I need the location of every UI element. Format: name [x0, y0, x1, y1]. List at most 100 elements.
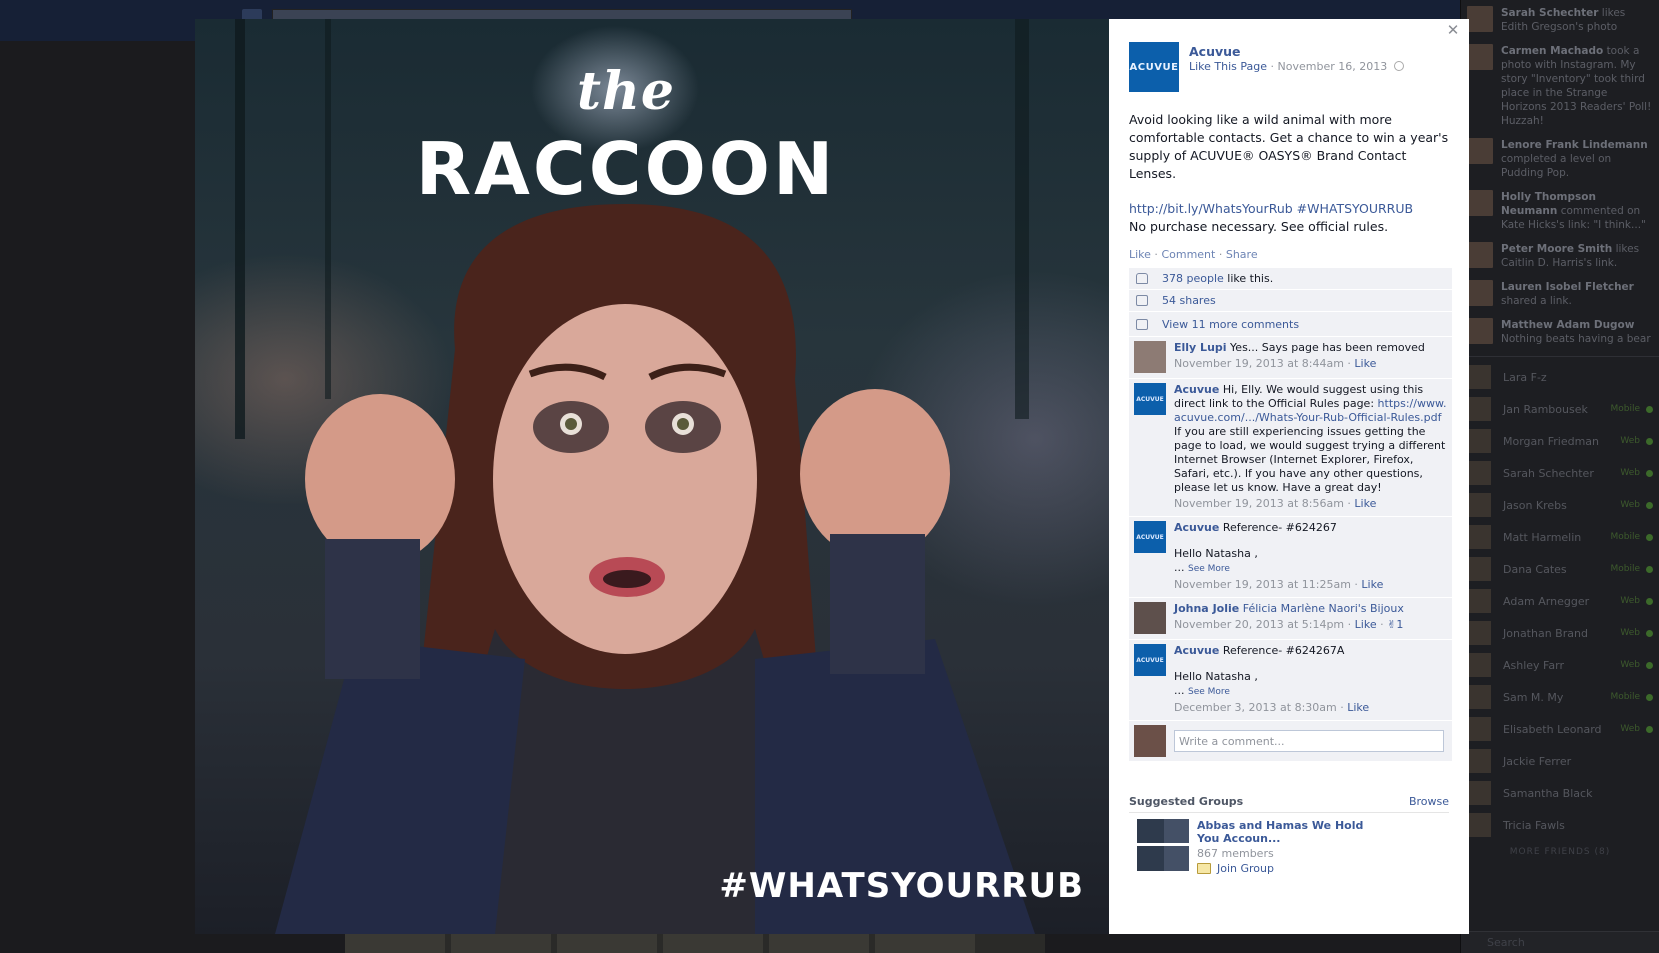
comments-section: 378 people like this. 54 shares View 11 … — [1129, 268, 1452, 761]
comment-bubble-icon — [1136, 318, 1148, 330]
chat-contact[interactable]: Adam Arnegger Web — [1461, 585, 1659, 617]
comment-author[interactable]: Acuvue — [1174, 521, 1219, 534]
photo-overlay-hashtag: #WHATSYOURRUB — [719, 866, 1084, 906]
post-date[interactable]: November 16, 2013 — [1278, 60, 1388, 73]
photo-info-panel: ACUVUE Acuvue Like This Page · November … — [1109, 19, 1469, 934]
avatar — [1467, 318, 1493, 344]
chat-contact[interactable]: Jonathan Brand Web — [1461, 617, 1659, 649]
chat-contact[interactable]: Jackie Ferrer — [1461, 745, 1659, 777]
chat-search-input[interactable]: Search — [1461, 931, 1659, 953]
comment-like-count[interactable]: 1 — [1396, 618, 1403, 631]
ticker-divider[interactable] — [1461, 356, 1659, 357]
comment-time[interactable]: November 20, 2013 at 5:14pm — [1174, 618, 1344, 631]
write-comment-input[interactable] — [1174, 730, 1444, 752]
chat-contact[interactable]: Lara F-z — [1461, 361, 1659, 393]
post-body: Avoid looking like a wild animal with mo… — [1129, 112, 1449, 181]
close-icon[interactable]: ✕ — [1445, 22, 1461, 38]
comment-like-link[interactable]: Like — [1354, 497, 1376, 510]
avatar — [1467, 749, 1491, 773]
comment-time[interactable]: November 19, 2013 at 8:44am — [1174, 357, 1344, 370]
chat-contact[interactable]: Sarah Schechter Web — [1461, 457, 1659, 489]
group-thumbnail[interactable] — [1137, 819, 1189, 871]
suggested-group-card: Abbas and Hamas We Hold You Accoun... 86… — [1137, 819, 1447, 875]
avatar — [1467, 397, 1491, 421]
join-group-button[interactable]: Join Group — [1197, 862, 1367, 875]
comment-like-link[interactable]: Like — [1354, 357, 1376, 370]
chat-contact[interactable]: Ashley Farr Web — [1461, 649, 1659, 681]
page-name-link[interactable]: Acuvue — [1189, 44, 1241, 59]
browse-link[interactable]: Browse — [1409, 795, 1449, 808]
comment-author[interactable]: Acuvue — [1174, 644, 1219, 657]
see-more-link[interactable]: See More — [1188, 687, 1230, 697]
join-group-label: Join Group — [1217, 862, 1274, 875]
avatar — [1467, 429, 1491, 453]
ticker-story[interactable]: Lenore Frank Lindemann completed a level… — [1461, 132, 1659, 184]
ticker-story[interactable]: Holly Thompson Neumann commented on Kate… — [1461, 184, 1659, 236]
like-page-link[interactable]: Like This Page — [1189, 60, 1267, 73]
chat-contact[interactable]: Samantha Black — [1461, 777, 1659, 809]
comment-time[interactable]: November 19, 2013 at 8:56am — [1174, 497, 1344, 510]
avatar[interactable] — [1134, 341, 1166, 373]
likes-count-link[interactable]: 378 people — [1162, 272, 1224, 285]
comment-like-link[interactable]: Like — [1361, 578, 1383, 591]
chat-contact[interactable]: Dana Cates Mobile — [1461, 553, 1659, 585]
chat-contact[interactable]: Elisabeth Leonard Web — [1461, 713, 1659, 745]
view-more-comments-link[interactable]: View 11 more comments — [1162, 318, 1299, 331]
thumbs-up-icon[interactable]: ✌ — [1387, 618, 1396, 631]
ticker-story[interactable]: Peter Moore Smith likes Caitlin D. Harri… — [1461, 236, 1659, 274]
online-status-icon — [1646, 437, 1653, 445]
shares-link[interactable]: 54 shares — [1162, 294, 1216, 307]
post-link[interactable]: http://bit.ly/WhatsYourRub #WHATSYOURRUB — [1129, 201, 1413, 216]
suggested-groups-header: Suggested Groups Browse — [1129, 795, 1449, 813]
comment-author[interactable]: Johna Jolie — [1174, 602, 1239, 615]
ticker-story[interactable]: Sarah Schechter likes Edith Gregson's ph… — [1461, 0, 1659, 38]
chat-contact[interactable]: Morgan Friedman Web — [1461, 425, 1659, 457]
ticker-story[interactable]: Matthew Adam Dugow Nothing beats having … — [1461, 312, 1659, 350]
avatar[interactable]: ACUVUE — [1134, 521, 1166, 553]
avatar[interactable]: ACUVUE — [1134, 644, 1166, 676]
chat-contact[interactable]: Jan Rambousek Mobile — [1461, 393, 1659, 425]
comment-author[interactable]: Acuvue — [1174, 383, 1219, 396]
comment-author[interactable]: Elly Lupi — [1174, 341, 1227, 354]
see-more-link[interactable]: See More — [1188, 564, 1230, 574]
online-status-icon — [1646, 629, 1653, 637]
ticker-story[interactable]: Lauren Isobel Fletcher shared a link. — [1461, 274, 1659, 312]
avatar — [1467, 461, 1491, 485]
online-status-icon — [1646, 533, 1653, 541]
comment-text-continued: If you are still experiencing issues get… — [1174, 425, 1446, 494]
post-meta: Like This Page · November 16, 2013 — [1189, 60, 1404, 73]
background-thumbnail-strip — [345, 931, 1045, 953]
ticker-story[interactable]: Carmen Machado took a photo with Instagr… — [1461, 38, 1659, 132]
chat-contact[interactable]: Sam M. My Mobile — [1461, 681, 1659, 713]
comment-text: Reference- #624267 — [1222, 521, 1337, 534]
group-icon — [1197, 863, 1211, 874]
chat-contact[interactable]: Tricia Fawls — [1461, 809, 1659, 841]
online-status-icon — [1646, 501, 1653, 509]
comment-item: Elly Lupi Yes... Says page has been remo… — [1129, 337, 1452, 379]
like-button[interactable]: Like — [1129, 248, 1151, 261]
avatar — [1467, 280, 1493, 306]
chat-contact[interactable]: Matt Harmelin Mobile — [1461, 521, 1659, 553]
avatar[interactable]: ACUVUE — [1134, 383, 1166, 415]
photo-image[interactable]: the RACCOON #WHATSYOURRUB — [195, 19, 1109, 934]
write-comment-row — [1129, 721, 1452, 761]
comment-time[interactable]: December 3, 2013 at 8:30am — [1174, 701, 1337, 714]
page-avatar[interactable]: ACUVUE — [1129, 42, 1179, 92]
share-button[interactable]: Share — [1226, 248, 1258, 261]
avatar — [1467, 6, 1493, 32]
avatar[interactable] — [1134, 602, 1166, 634]
chat-contact[interactable]: Jason Krebs Web — [1461, 489, 1659, 521]
comment-button[interactable]: Comment — [1161, 248, 1215, 261]
comment-like-link[interactable]: Like — [1355, 618, 1377, 631]
more-friends-link[interactable]: MORE FRIENDS (8) — [1461, 847, 1659, 857]
group-name-link[interactable]: Abbas and Hamas We Hold You Accoun... — [1197, 819, 1367, 845]
comment-text-continued: Hello Natasha , — [1174, 670, 1258, 683]
chat-list: Lara F-z Jan Rambousek Mobile Morgan Frie… — [1461, 361, 1659, 841]
globe-icon — [1393, 61, 1404, 71]
avatar — [1467, 717, 1491, 741]
comment-time[interactable]: November 19, 2013 at 11:25am — [1174, 578, 1351, 591]
comment-like-link[interactable]: Like — [1347, 701, 1369, 714]
avatar — [1467, 190, 1493, 216]
avatar — [1134, 725, 1166, 757]
comment-tagged-page[interactable]: Félicia Marlène Naori's Bijoux — [1243, 602, 1404, 615]
